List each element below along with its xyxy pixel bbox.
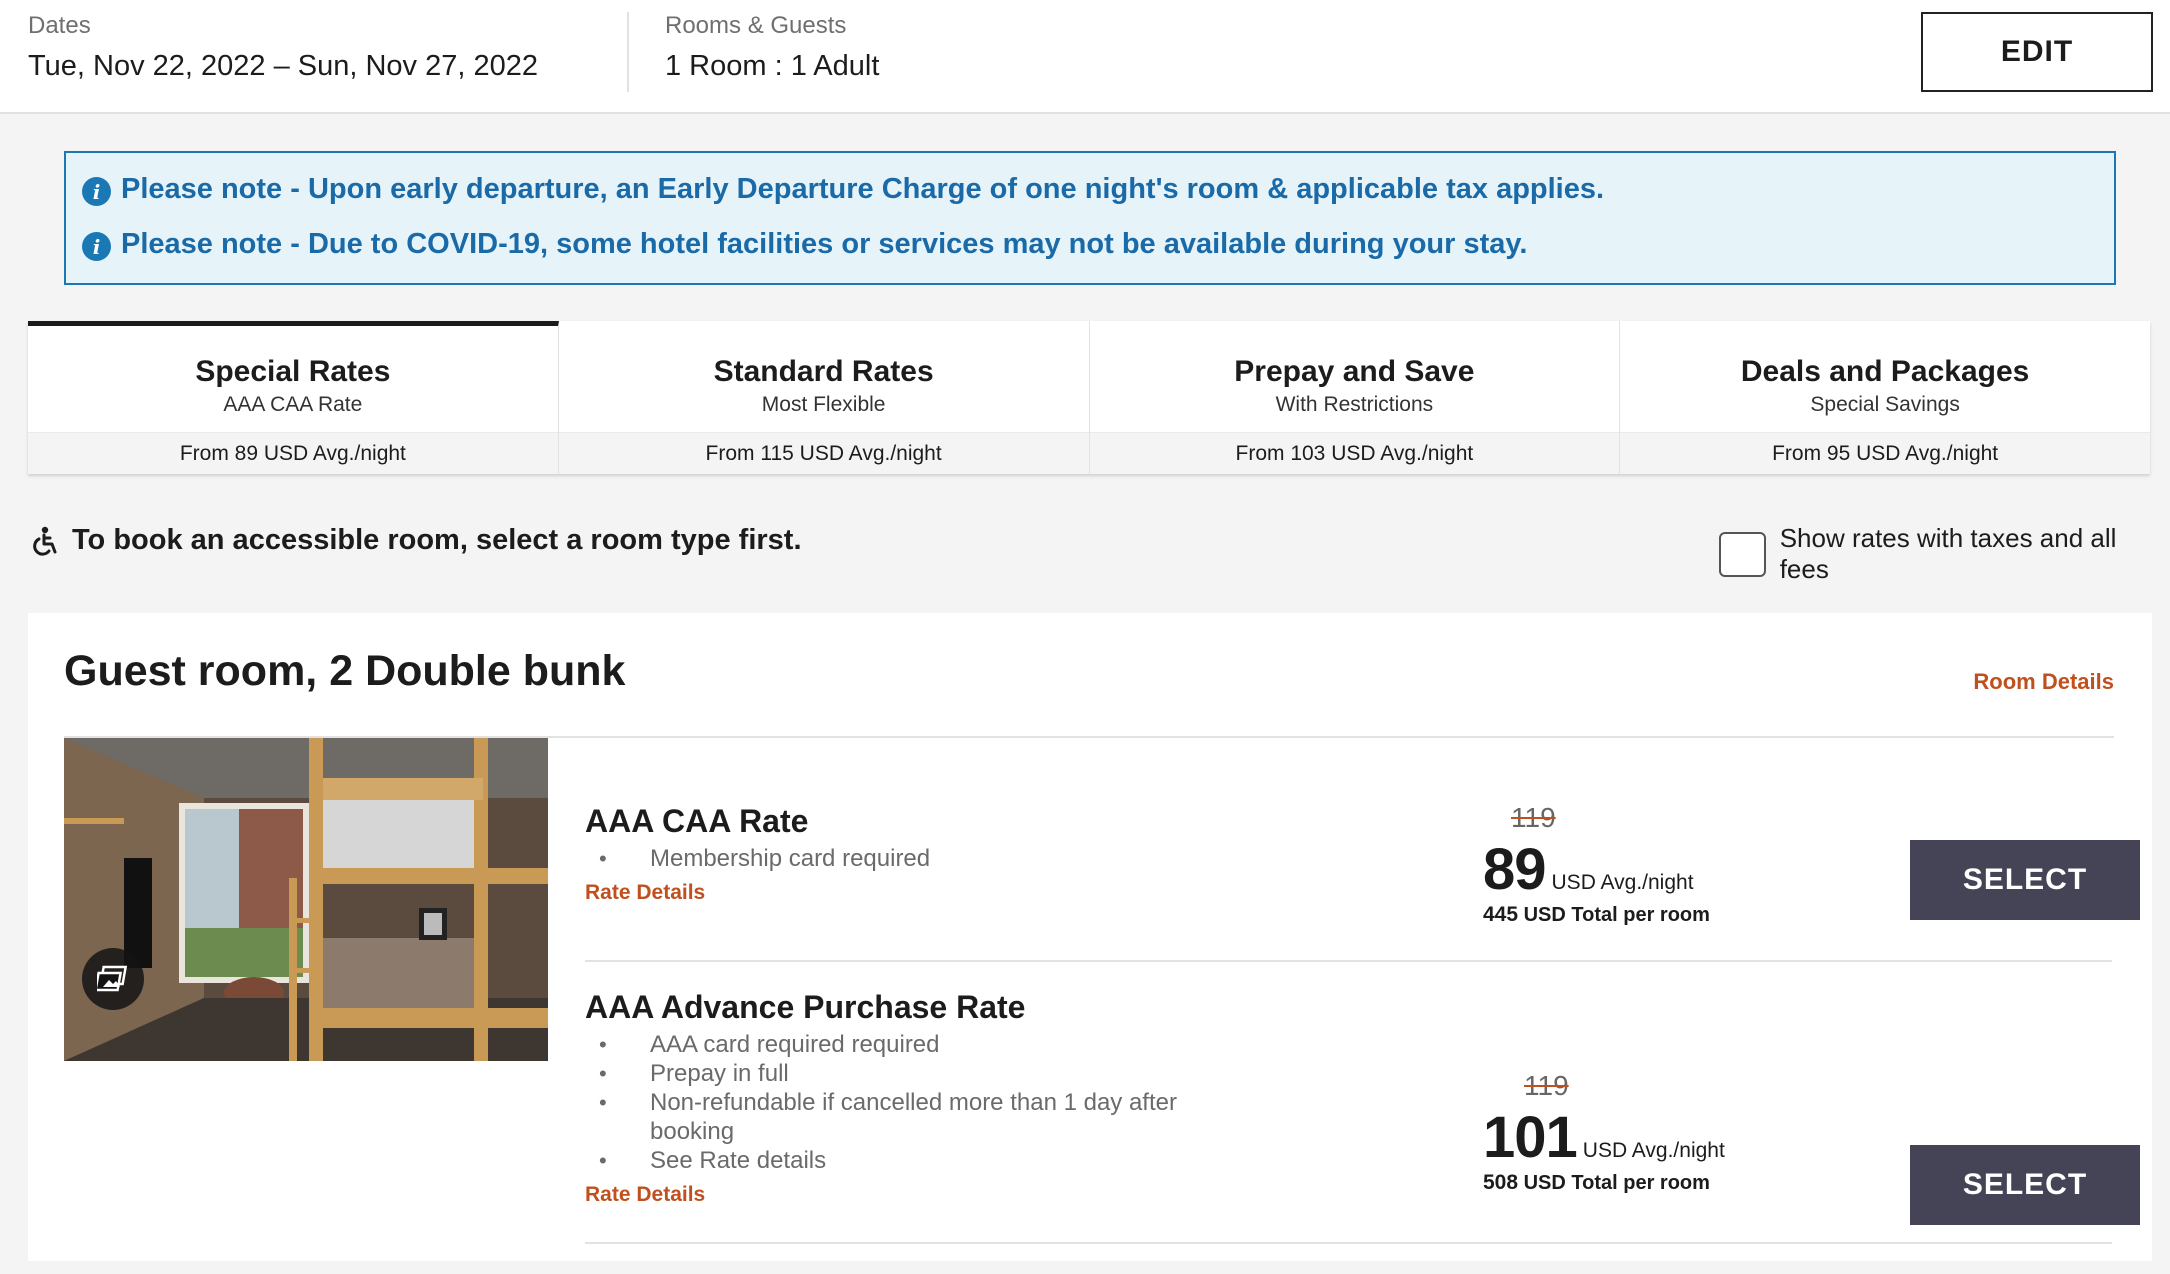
tab-price: From 115 USD Avg./night bbox=[558, 432, 1089, 474]
price-block: 119 101 USD Avg./night 508 USD Total per… bbox=[1483, 1070, 1725, 1195]
total-label: USD Total per room bbox=[1523, 1172, 1710, 1194]
price-unit: USD Avg./night bbox=[1582, 1139, 1725, 1162]
rate-details-link[interactable]: Rate Details bbox=[585, 881, 705, 905]
tab-subtitle: Special Savings bbox=[1810, 393, 1960, 416]
dates-value: Tue, Nov 22, 2022 – Sun, Nov 27, 2022 bbox=[28, 50, 538, 82]
current-price: 89 USD Avg./night bbox=[1483, 836, 1710, 903]
rate-condition: AAA card required required bbox=[585, 1030, 1225, 1059]
tab-name: Deals and Packages bbox=[1740, 355, 2030, 388]
tab-subtitle: With Restrictions bbox=[1275, 393, 1434, 416]
field-divider bbox=[627, 12, 629, 92]
rate-condition: Non-refundable if cancelled more than 1 … bbox=[585, 1088, 1225, 1146]
original-price: 119 bbox=[1524, 1070, 1569, 1101]
accessibility-note: To book an accessible room, select a roo… bbox=[30, 524, 802, 557]
tab-special-rates[interactable]: Special Rates AAA CAA Rate From 89 USD A… bbox=[28, 321, 559, 474]
info-icon: i bbox=[82, 232, 111, 261]
gallery-icon[interactable] bbox=[82, 948, 144, 1010]
rate-details-link[interactable]: Rate Details bbox=[585, 1183, 705, 1207]
total-price: 508 USD Total per room bbox=[1483, 1171, 1725, 1195]
rooms-guests-field[interactable]: Rooms & Guests 1 Room : 1 Adult bbox=[665, 12, 879, 83]
rooms-guests-value: 1 Room : 1 Adult bbox=[665, 50, 880, 82]
notice-box: i Please note - Upon early departure, an… bbox=[64, 151, 2116, 285]
dates-field[interactable]: Dates Tue, Nov 22, 2022 – Sun, Nov 27, 2… bbox=[28, 12, 538, 83]
select-button[interactable]: SELECT bbox=[1910, 840, 2140, 920]
rate-condition: Membership card required bbox=[585, 844, 1225, 873]
rate-option: AAA Advance Purchase Rate AAA card requi… bbox=[585, 989, 2144, 1241]
room-photo[interactable] bbox=[64, 738, 548, 1061]
room-title: Guest room, 2 Double bunk bbox=[64, 647, 626, 695]
select-button[interactable]: SELECT bbox=[1910, 1145, 2140, 1225]
rate-name: AAA CAA Rate bbox=[585, 803, 809, 839]
total-price: 445 USD Total per room bbox=[1483, 903, 1710, 927]
rate-condition: See Rate details bbox=[585, 1146, 1225, 1175]
notice-text: Please note - Due to COVID-19, some hote… bbox=[121, 228, 1528, 260]
price-amount: 101 bbox=[1483, 1105, 1578, 1170]
price-amount: 89 bbox=[1483, 837, 1547, 902]
divider bbox=[585, 960, 2112, 962]
show-taxes-toggle[interactable]: Show rates with taxes and all fees bbox=[1719, 523, 2170, 585]
tab-price: From 89 USD Avg./night bbox=[28, 432, 558, 474]
current-price: 101 USD Avg./night bbox=[1483, 1104, 1725, 1171]
room-photo-image bbox=[64, 738, 548, 1061]
notice-item: i Please note - Due to COVID-19, some ho… bbox=[82, 228, 1527, 261]
tab-price: From 95 USD Avg./night bbox=[1620, 432, 2150, 474]
room-details-link[interactable]: Room Details bbox=[1973, 669, 2114, 695]
room-card: Guest room, 2 Double bunk Room Details A… bbox=[28, 613, 2152, 1261]
rooms-guests-label: Rooms & Guests bbox=[665, 12, 847, 39]
price-block: 119 89 USD Avg./night 445 USD Total per … bbox=[1483, 802, 1710, 927]
rate-condition: Prepay in full bbox=[585, 1059, 1225, 1088]
notice-item: i Please note - Upon early departure, an… bbox=[82, 173, 1604, 206]
info-icon: i bbox=[82, 177, 111, 206]
rate-option: AAA CAA Rate Membership card required Ra… bbox=[585, 802, 2144, 951]
edit-button[interactable]: EDIT bbox=[1921, 12, 2153, 92]
tab-deals-and-packages[interactable]: Deals and Packages Special Savings From … bbox=[1620, 321, 2150, 474]
tab-subtitle: Most Flexible bbox=[761, 393, 886, 416]
accessibility-text: To book an accessible room, select a roo… bbox=[72, 524, 802, 556]
total-amount: 445 bbox=[1483, 903, 1519, 926]
tab-name: Special Rates bbox=[195, 355, 391, 388]
rate-name: AAA Advance Purchase Rate bbox=[585, 989, 1026, 1025]
tab-name: Prepay and Save bbox=[1234, 355, 1475, 388]
tab-name: Standard Rates bbox=[713, 355, 934, 388]
notice-text: Please note - Upon early departure, an E… bbox=[121, 173, 1605, 205]
search-summary-bar: Dates Tue, Nov 22, 2022 – Sun, Nov 27, 2… bbox=[0, 0, 2170, 114]
divider bbox=[585, 1242, 2112, 1244]
total-amount: 508 bbox=[1483, 1171, 1519, 1194]
tab-price: From 103 USD Avg./night bbox=[1089, 432, 1620, 474]
total-label: USD Total per room bbox=[1523, 904, 1710, 926]
tab-standard-rates[interactable]: Standard Rates Most Flexible From 115 US… bbox=[558, 321, 1090, 474]
wheelchair-icon bbox=[33, 526, 57, 556]
price-unit: USD Avg./night bbox=[1551, 871, 1694, 894]
show-taxes-label: Show rates with taxes and all fees bbox=[1779, 523, 2117, 584]
original-price: 119 bbox=[1511, 802, 1556, 833]
tab-prepay-and-save[interactable]: Prepay and Save With Restrictions From 1… bbox=[1089, 321, 1621, 474]
tab-subtitle: AAA CAA Rate bbox=[223, 393, 363, 416]
show-taxes-checkbox[interactable] bbox=[1719, 531, 1766, 577]
rate-tabs: Special Rates AAA CAA Rate From 89 USD A… bbox=[28, 321, 2150, 474]
dates-label: Dates bbox=[28, 12, 91, 39]
